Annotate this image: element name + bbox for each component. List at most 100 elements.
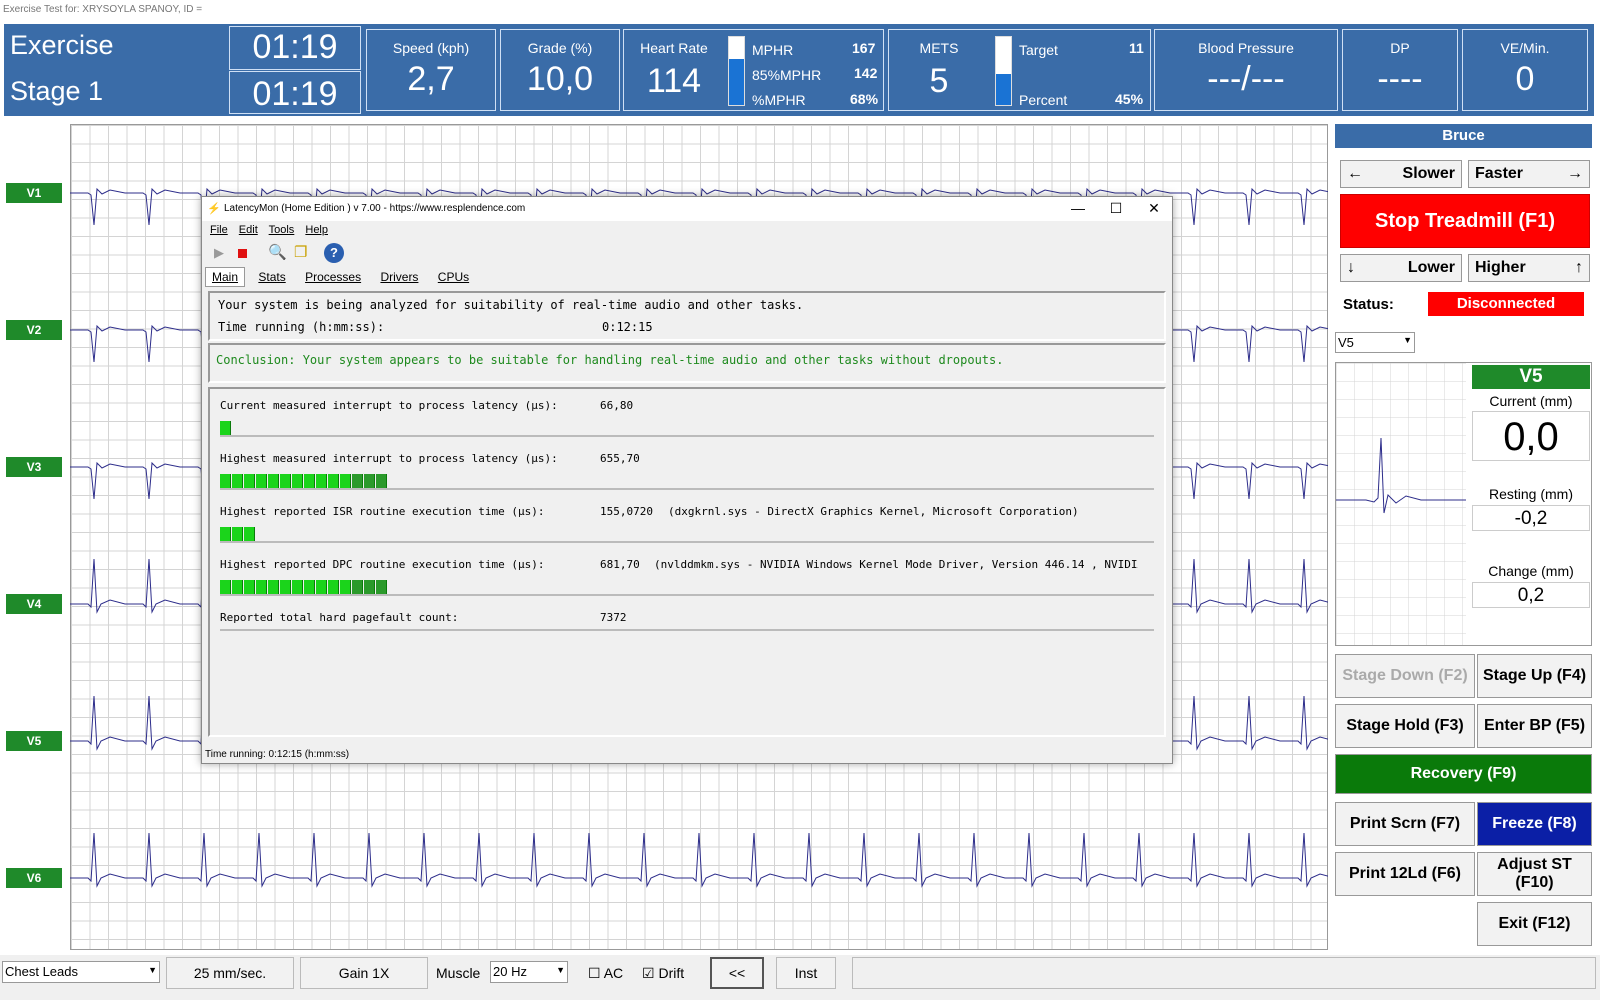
pct-mphr-value: 68% — [850, 91, 879, 107]
meter-segment — [268, 474, 279, 488]
status-bar: Time running: 0:12:15 (h:mm:ss) — [205, 749, 350, 760]
change-label: Change (mm) — [1488, 563, 1574, 579]
maximize-icon[interactable]: ☐ — [1098, 200, 1134, 217]
up-arrow-icon: ↑ — [1575, 259, 1583, 277]
lead-select[interactable]: V5 ▼ — [1335, 332, 1415, 353]
higher-button[interactable]: Higher ↑ — [1468, 254, 1590, 282]
meter-segment — [316, 474, 327, 488]
current-label: Current (mm) — [1489, 393, 1573, 409]
phase-label: Exercise — [10, 30, 114, 60]
pagefault-divider — [220, 613, 1154, 631]
print-screen-button[interactable]: Print Scrn (F7) — [1335, 802, 1475, 846]
lower-button[interactable]: ↓ Lower — [1340, 254, 1462, 282]
muscle-filter-select[interactable]: 20 Hz ▼ — [490, 961, 568, 983]
meter-segment — [232, 527, 243, 541]
meter-segment — [304, 580, 315, 594]
faster-button[interactable]: Faster → — [1468, 160, 1590, 188]
stop-treadmill-button[interactable]: Stop Treadmill (F1) — [1340, 194, 1590, 248]
highest-latency-meter — [220, 472, 1154, 490]
print-12-lead-button[interactable]: Print 12Ld (F6) — [1335, 852, 1475, 896]
gain-button[interactable]: Gain 1X — [300, 957, 428, 989]
menu-tools[interactable]: Tools — [269, 224, 295, 236]
resting-label: Resting (mm) — [1488, 486, 1573, 502]
freeze-button[interactable]: Freeze (F8) — [1477, 802, 1592, 846]
bp-box: Blood Pressure ---/--- — [1154, 29, 1338, 111]
inst-button[interactable]: Inst — [776, 957, 836, 989]
sweep-speed-button[interactable]: 25 mm/sec. — [166, 957, 294, 989]
recovery-button[interactable]: Recovery (F9) — [1335, 754, 1592, 794]
bottom-toolbar: Chest Leads ▼ 25 mm/sec. Gain 1X Muscle 2… — [0, 955, 1600, 1000]
grade-box: Grade (%) 10,0 — [500, 29, 620, 111]
speed-label: Speed (kph) — [392, 40, 470, 56]
stage-hold-button[interactable]: Stage Hold (F3) — [1335, 704, 1475, 748]
hr-value: 114 — [646, 62, 702, 100]
latencymon-titlebar[interactable]: ⚡ LatencyMon (Home Edition ) v 7.00 - ht… — [202, 197, 1172, 221]
lead-label-v5: V5 — [6, 731, 62, 751]
lead-label-v2: V2 — [6, 320, 62, 340]
tab-stats[interactable]: Stats — [252, 268, 291, 286]
latencymon-title: LatencyMon (Home Edition ) v 7.00 - http… — [224, 203, 526, 214]
muscle-label: Muscle — [436, 965, 481, 981]
menu-file[interactable]: File — [210, 224, 228, 236]
lower-label: Lower — [1407, 259, 1455, 277]
back-button[interactable]: << — [710, 957, 764, 989]
drift-checkbox[interactable]: ☑ Drift — [642, 965, 684, 982]
slower-button[interactable]: ← Slower — [1340, 160, 1462, 188]
mets-box: METS 5 Target 11 Percent 45% — [888, 29, 1151, 111]
protocol-label: Bruce — [1335, 124, 1592, 148]
windows-icon[interactable]: ❐ — [294, 243, 307, 261]
app-icon: ⚡ — [207, 203, 221, 215]
stop-icon[interactable] — [238, 249, 247, 258]
lead-label-v4: V4 — [6, 594, 62, 614]
enter-bp-button[interactable]: Enter BP (F5) — [1477, 704, 1592, 748]
lead-select-value: V5 — [1338, 335, 1354, 350]
meter-segment — [292, 474, 303, 488]
system-info-icon[interactable]: 🔍 — [268, 243, 287, 261]
menu-help[interactable]: Help — [305, 224, 328, 236]
phase-block: Exercise Stage 1 — [4, 24, 229, 116]
tab-processes[interactable]: Processes — [299, 268, 367, 286]
isr-meter — [220, 525, 1154, 543]
latencymon-window[interactable]: ⚡ LatencyMon (Home Edition ) v 7.00 - ht… — [201, 196, 1173, 764]
meter-segment — [244, 474, 255, 488]
tab-cpus[interactable]: CPUs — [432, 268, 475, 286]
play-icon[interactable]: ▶ — [214, 245, 224, 261]
tab-drivers[interactable]: Drivers — [374, 268, 424, 286]
meter-segment — [328, 580, 339, 594]
control-panel: Bruce ← Slower Faster → Stop Treadmill (F1… — [1335, 124, 1595, 950]
minimize-icon[interactable]: — — [1060, 200, 1096, 216]
stage-up-button[interactable]: Stage Up (F4) — [1477, 654, 1592, 698]
percent-label: Percent — [1019, 92, 1068, 108]
target-value: 11 — [1129, 40, 1144, 56]
menu-bar: File Edit Tools Help — [210, 224, 336, 236]
meter-segment — [280, 580, 291, 594]
stage-down-button[interactable]: Stage Down (F2) — [1335, 654, 1475, 698]
close-icon[interactable]: ✕ — [1136, 200, 1172, 217]
time-running-label: Time running (h:mm:ss): — [218, 320, 385, 334]
ac-checkbox[interactable]: ☐ AC — [588, 965, 623, 982]
conclusion-text: Conclusion: Your system appears to be su… — [216, 353, 1004, 367]
leads-select[interactable]: Chest Leads ▼ — [2, 961, 160, 983]
message-field — [852, 957, 1596, 989]
status-label: Status: — [1343, 296, 1394, 313]
dpc-driver: (nvlddmkm.sys - NVIDIA Windows Kernel Mo… — [654, 558, 1138, 571]
chevron-down-icon: ▼ — [1403, 335, 1412, 345]
unchecked-box-icon: ☐ — [588, 965, 601, 981]
meter-segment — [220, 474, 231, 488]
dpc-label: Highest reported DPC routine execution t… — [220, 558, 545, 571]
current-latency-label: Current measured interrupt to process la… — [220, 399, 558, 412]
dp-box: DP ---- — [1342, 29, 1458, 111]
isr-label: Highest reported ISR routine execution t… — [220, 505, 545, 518]
menu-edit[interactable]: Edit — [239, 224, 258, 236]
help-icon[interactable]: ? — [324, 243, 344, 263]
metrics-panel: Current measured interrupt to process la… — [208, 387, 1166, 737]
mphr-label: MPHR — [752, 42, 794, 58]
checked-box-icon: ☑ — [642, 965, 655, 981]
meter-segment — [220, 421, 231, 435]
exit-button[interactable]: Exit (F12) — [1477, 902, 1592, 946]
p85-value: 142 — [854, 65, 878, 81]
st-complex-plot — [1336, 363, 1466, 645]
tab-main[interactable]: Main — [205, 267, 246, 287]
speed-value: 2,7 — [407, 60, 455, 98]
adjust-st-button[interactable]: Adjust ST (F10) — [1477, 852, 1592, 896]
